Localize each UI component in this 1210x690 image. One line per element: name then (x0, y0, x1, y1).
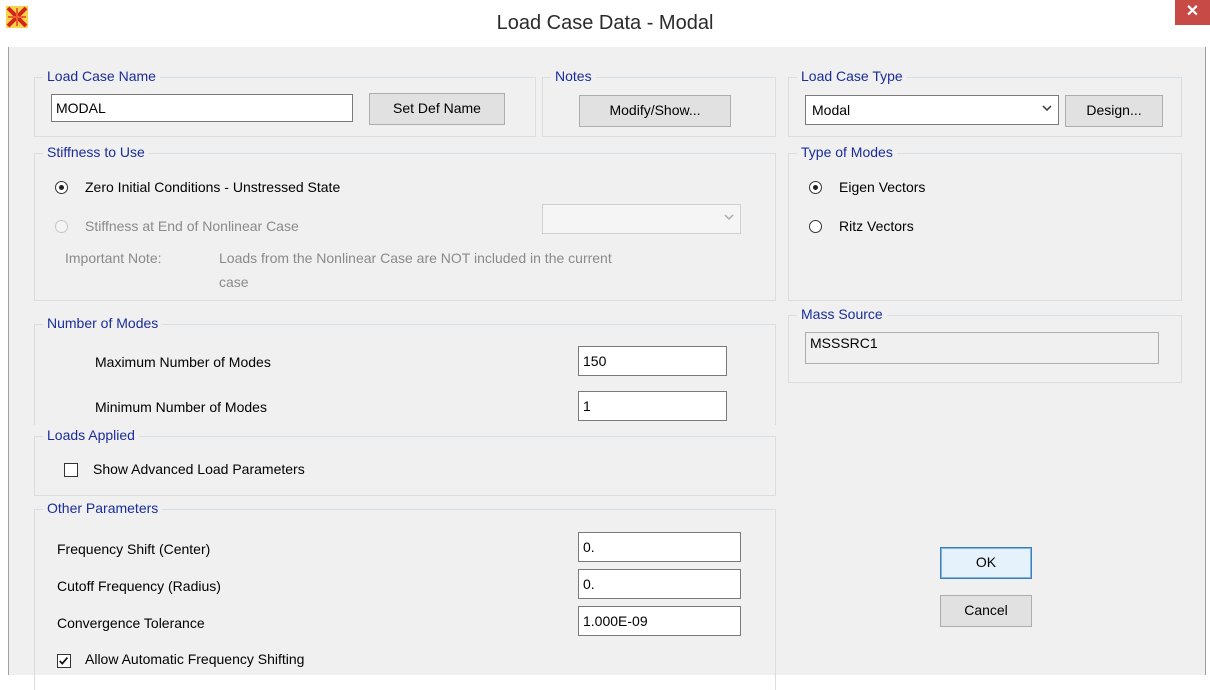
close-button[interactable]: ✕ (1175, 0, 1210, 25)
title-bar: Load Case Data - Modal ✕ (0, 0, 1210, 46)
selected-value: Modal (812, 102, 851, 118)
stiffness-group: Stiffness to Use Zero Initial Conditions… (34, 144, 776, 301)
group-legend: Load Case Name (43, 68, 160, 84)
load-case-name-group: Load Case Name MODAL Set Def Name (34, 68, 536, 137)
cutoff-frequency-label: Cutoff Frequency (Radius) (57, 578, 221, 594)
load-case-type-group: Load Case Type Modal Design... (788, 68, 1182, 137)
modify-show-button[interactable]: Modify/Show... (579, 95, 731, 127)
ritz-vectors-label[interactable]: Ritz Vectors (839, 218, 914, 234)
set-def-name-button[interactable]: Set Def Name (369, 93, 505, 125)
min-modes-label: Minimum Number of Modes (95, 399, 267, 415)
other-parameters-group: Other Parameters Frequency Shift (Center… (34, 500, 776, 690)
ok-button[interactable]: OK (940, 547, 1032, 579)
group-legend: Other Parameters (43, 500, 163, 516)
chevron-down-icon (1042, 105, 1052, 112)
close-icon: ✕ (1185, 3, 1200, 20)
loads-applied-group: Loads Applied Show Advanced Load Paramet… (34, 427, 776, 496)
important-note-text: Loads from the Nonlinear Case are NOT in… (219, 250, 612, 266)
frequency-shift-input[interactable]: 0. (578, 532, 741, 562)
zero-initial-label[interactable]: Zero Initial Conditions - Unstressed Sta… (85, 179, 340, 195)
max-modes-input[interactable]: 150 (578, 346, 727, 376)
max-modes-label: Maximum Number of Modes (95, 354, 271, 370)
cutoff-frequency-input[interactable]: 0. (578, 569, 741, 599)
notes-group: Notes Modify/Show... (542, 68, 776, 137)
show-advanced-checkbox[interactable] (64, 463, 78, 477)
mass-source-field: MSSSRC1 (805, 332, 1159, 364)
auto-frequency-shift-checkbox[interactable] (57, 654, 71, 668)
group-legend: Type of Modes (797, 144, 897, 160)
cancel-button[interactable]: Cancel (940, 595, 1032, 627)
load-case-type-select[interactable]: Modal (805, 95, 1059, 125)
load-case-name-input[interactable]: MODAL (51, 94, 353, 122)
frequency-shift-label: Frequency Shift (Center) (57, 541, 211, 557)
checkmark-icon (59, 657, 69, 665)
show-advanced-label[interactable]: Show Advanced Load Parameters (93, 461, 305, 477)
design-button[interactable]: Design... (1065, 95, 1163, 127)
group-legend: Notes (551, 68, 596, 84)
window-title: Load Case Data - Modal (496, 12, 714, 34)
convergence-tolerance-input[interactable]: 1.000E-09 (578, 606, 741, 636)
nonlinear-stiffness-label: Stiffness at End of Nonlinear Case (85, 218, 299, 234)
nonlinear-case-select (542, 204, 741, 234)
convergence-tolerance-label: Convergence Tolerance (57, 615, 205, 631)
min-modes-input[interactable]: 1 (578, 391, 727, 421)
group-legend: Load Case Type (797, 68, 907, 84)
type-of-modes-group: Type of Modes Eigen Vectors Ritz Vectors (788, 144, 1182, 301)
group-legend: Number of Modes (43, 315, 163, 331)
dialog-body: Load Case Name MODAL Set Def Name Notes … (8, 47, 1206, 690)
auto-frequency-shift-label[interactable]: Allow Automatic Frequency Shifting (85, 651, 304, 667)
group-legend: Loads Applied (43, 427, 139, 443)
important-note-text: case (219, 274, 249, 290)
mass-source-group: Mass Source MSSSRC1 (788, 306, 1182, 383)
number-of-modes-group: Number of Modes Maximum Number of Modes … (34, 315, 776, 425)
group-legend: Stiffness to Use (43, 144, 149, 160)
eigen-vectors-radio[interactable] (809, 181, 822, 194)
important-note-label: Important Note: (65, 250, 162, 266)
eigen-vectors-label[interactable]: Eigen Vectors (839, 179, 925, 195)
group-legend: Mass Source (797, 306, 887, 322)
nonlinear-stiffness-radio (55, 220, 68, 233)
chevron-down-icon (724, 214, 734, 221)
ritz-vectors-radio[interactable] (809, 220, 822, 233)
zero-initial-radio[interactable] (55, 181, 68, 194)
